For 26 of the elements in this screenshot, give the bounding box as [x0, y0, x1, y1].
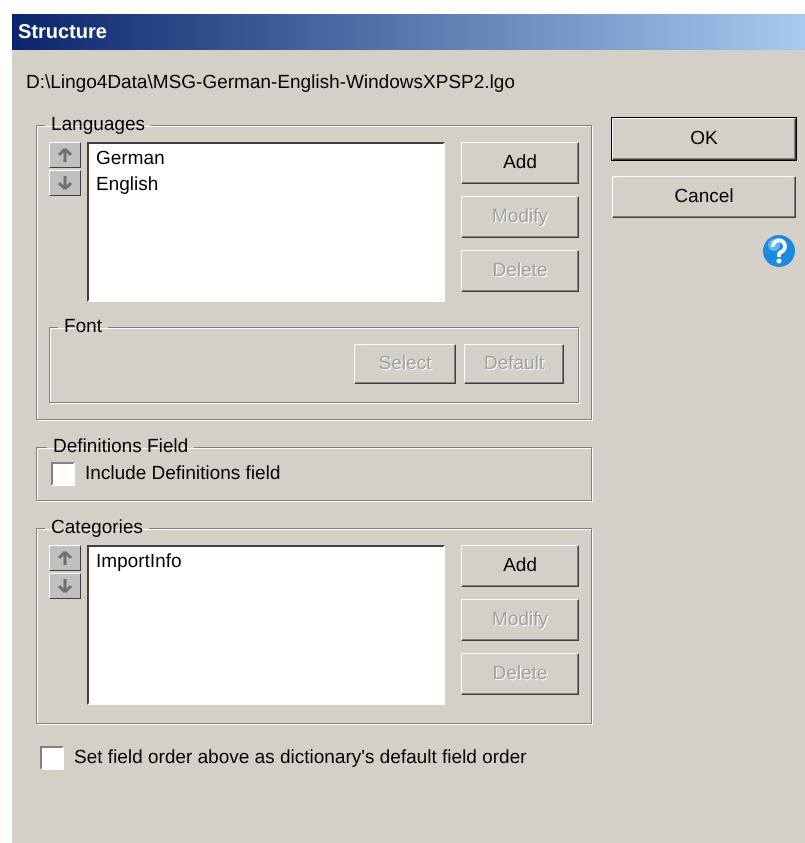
- cancel-button[interactable]: Cancel: [612, 176, 796, 218]
- group-label: Categories: [50, 517, 144, 539]
- ok-button[interactable]: OK: [612, 118, 796, 160]
- group-label: Languages: [50, 114, 146, 136]
- list-item[interactable]: German: [94, 146, 167, 172]
- default-order-checkbox[interactable]: Set field order above as dictionary's default field order: [40, 746, 592, 770]
- group-label: Font: [63, 316, 104, 338]
- down-arrow-icon: [58, 175, 72, 191]
- move-up-button[interactable]: [49, 545, 81, 571]
- up-arrow-icon: [58, 550, 72, 566]
- move-down-button[interactable]: [49, 573, 81, 599]
- move-up-button[interactable]: [49, 142, 81, 168]
- include-definitions-checkbox[interactable]: Include Definitions field: [51, 462, 579, 486]
- list-box[interactable]: ImportInfo: [87, 545, 445, 705]
- window-title: Structure: [12, 14, 805, 50]
- move-down-button[interactable]: [49, 170, 81, 196]
- list-item[interactable]: ImportInfo: [94, 549, 184, 575]
- up-arrow-icon: [58, 147, 72, 163]
- help-icon[interactable]: [762, 234, 796, 268]
- file-path: D:\Lingo4Data\MSG-German-English-WindowsXPSP2.lgo: [26, 72, 516, 95]
- add-button[interactable]: Add: [461, 545, 579, 587]
- group-label: Definitions Field: [52, 436, 190, 458]
- add-button[interactable]: Add: [461, 142, 579, 184]
- down-arrow-icon: [58, 578, 72, 594]
- list-box[interactable]: German English: [87, 142, 445, 302]
- list-item[interactable]: English: [94, 172, 160, 198]
